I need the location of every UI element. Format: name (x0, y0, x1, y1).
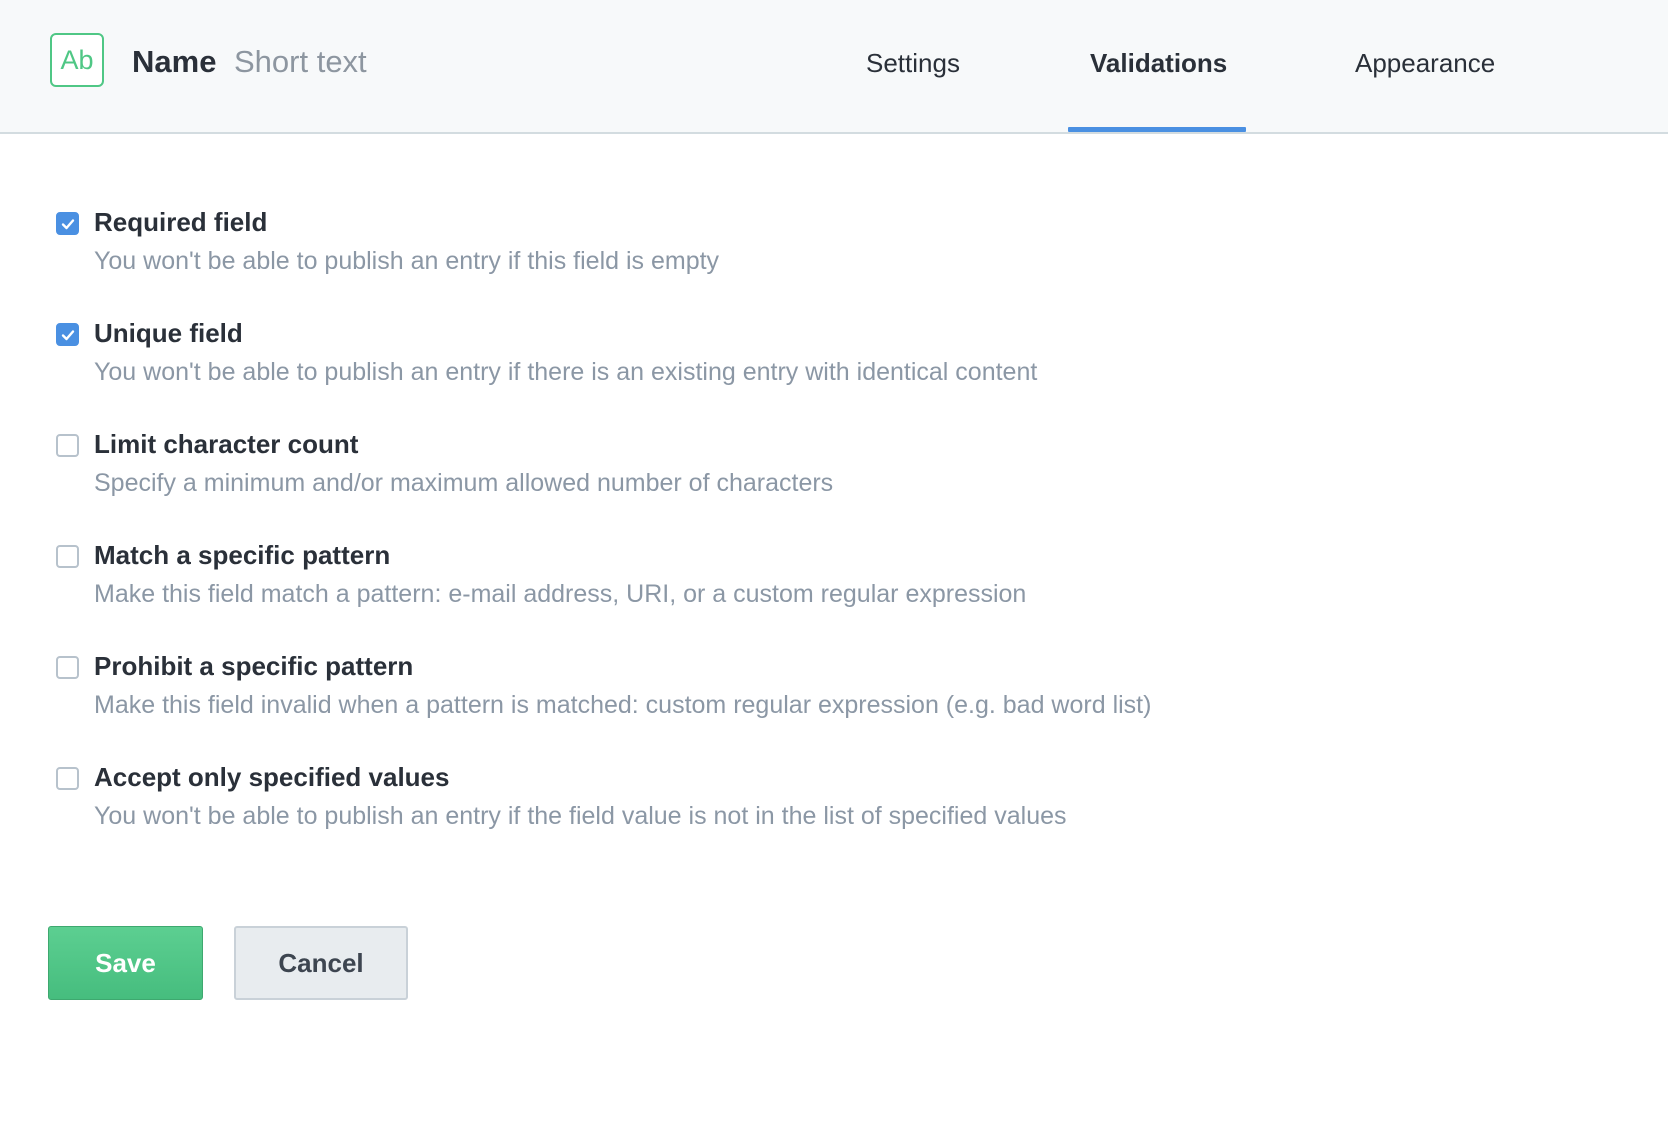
option-description: Make this field match a pattern: e-mail … (94, 580, 1027, 608)
cancel-button[interactable]: Cancel (234, 926, 408, 1000)
option-title: Accept only specified values (94, 762, 450, 792)
option-title: Prohibit a specific pattern (94, 651, 414, 681)
required-field-checkbox[interactable] (56, 212, 79, 235)
option-description: You won't be able to publish an entry if… (94, 247, 720, 275)
field-type: Short text (234, 44, 367, 79)
option-description: You won't be able to publish an entry if… (94, 802, 1067, 830)
option-title: Limit character count (94, 429, 359, 459)
option-description: Specify a minimum and/or maximum allowed… (94, 469, 834, 497)
prohibit-pattern-checkbox[interactable] (56, 656, 79, 679)
field-name: Name (132, 44, 217, 79)
option-title: Unique field (94, 318, 243, 348)
tab-appearance[interactable]: Appearance (1355, 48, 1495, 79)
option-title: Match a specific pattern (94, 540, 391, 570)
option-description: You won't be able to publish an entry if… (94, 358, 1038, 386)
save-button[interactable]: Save (48, 926, 203, 1000)
option-title: Required field (94, 207, 268, 237)
limit-character-count-checkbox[interactable] (56, 434, 79, 457)
match-pattern-checkbox[interactable] (56, 545, 79, 568)
field-editor-header: Ab Name Short text Settings Validations … (0, 0, 1668, 134)
specified-values-checkbox[interactable] (56, 767, 79, 790)
field-icon-text: Ab (60, 44, 94, 75)
tab-settings[interactable]: Settings (866, 48, 960, 79)
checkmark-icon (61, 218, 74, 229)
option-description: Make this field invalid when a pattern i… (94, 691, 1152, 719)
checkmark-icon (61, 329, 74, 340)
short-text-field-icon: Ab (50, 33, 104, 87)
tab-validations[interactable]: Validations (1090, 48, 1227, 79)
active-tab-indicator (1068, 127, 1246, 132)
unique-field-checkbox[interactable] (56, 323, 79, 346)
